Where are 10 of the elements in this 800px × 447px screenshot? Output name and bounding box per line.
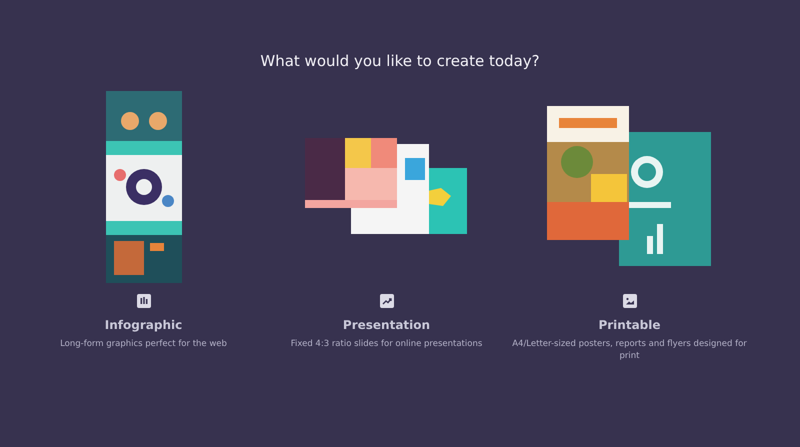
image-icon (622, 294, 636, 308)
page-heading: What would you like to create today? (259, 51, 541, 72)
trend-chart-icon (380, 294, 394, 308)
option-title[interactable]: Printable (598, 318, 661, 332)
bar-chart-icon (136, 294, 150, 308)
option-description: A4/Letter-sized posters, reports and flyers designed for print (512, 338, 747, 362)
option-description: Long-form graphics perfect for the web (59, 338, 228, 350)
option-description: Fixed 4:3 ratio slides for online presentations (290, 338, 484, 350)
option-title[interactable]: Presentation (342, 318, 430, 332)
option-title[interactable]: Infographic (104, 318, 182, 332)
